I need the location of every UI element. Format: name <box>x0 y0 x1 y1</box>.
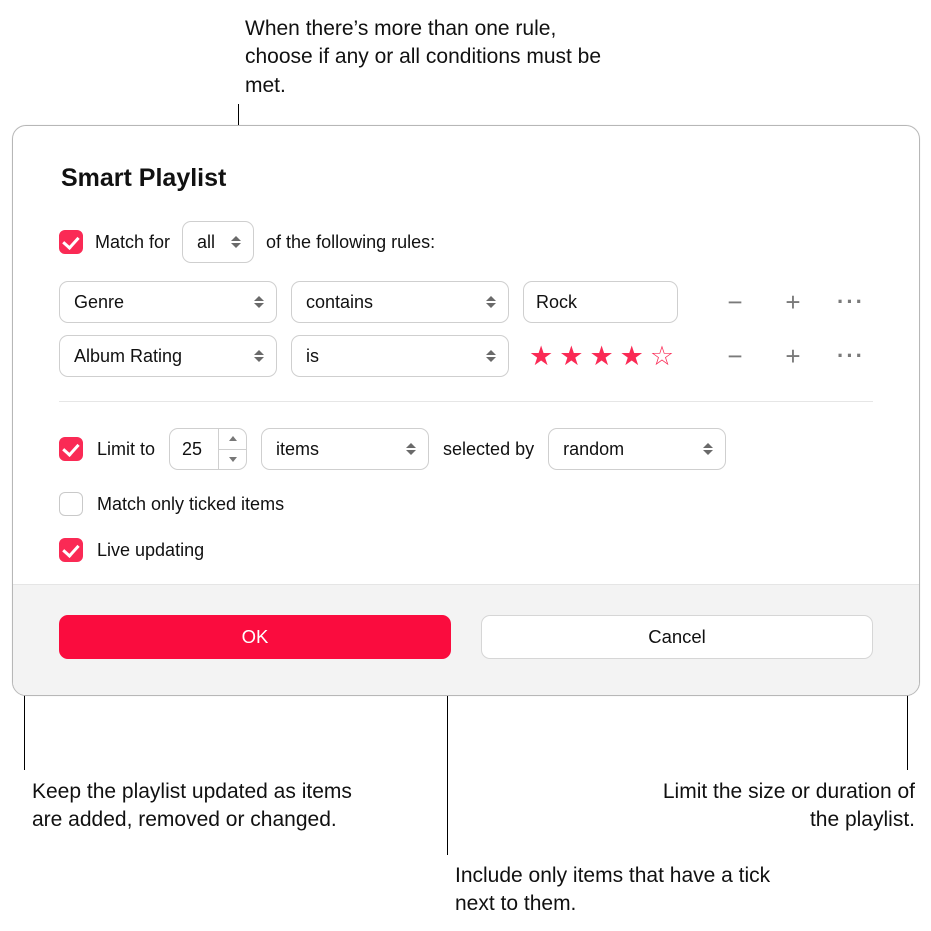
ok-button-label: OK <box>242 626 269 648</box>
match-checkbox[interactable] <box>59 230 83 254</box>
rule-value-input[interactable]: Rock <box>523 281 678 323</box>
rule-value-text: Rock <box>536 292 577 313</box>
limit-checkbox[interactable] <box>59 437 83 461</box>
callout-match-mode: When there’s more than one rule, choose … <box>245 15 615 100</box>
chevron-updown-icon <box>250 347 268 365</box>
selected-by-value: random <box>563 439 624 460</box>
match-ticked-checkbox[interactable] <box>59 492 83 516</box>
match-suffix-label: of the following rules: <box>266 232 435 253</box>
rating-stars[interactable]: ★ ★ ★ ★ ☆ <box>523 343 699 370</box>
star-icon: ★ <box>620 343 644 370</box>
remove-rule-button[interactable]: − <box>720 287 750 317</box>
rule-operator-select[interactable]: contains <box>291 281 509 323</box>
rule-field-value: Album Rating <box>74 346 182 367</box>
add-rule-button[interactable]: + <box>778 287 808 317</box>
callout-line <box>24 690 25 770</box>
ellipsis-icon: ··· <box>837 343 865 369</box>
rule-operator-value: contains <box>306 292 373 313</box>
selected-by-select[interactable]: random <box>548 428 726 470</box>
limit-unit-select[interactable]: items <box>261 428 429 470</box>
dialog-footer: OK Cancel <box>13 584 919 695</box>
rule-operator-value: is <box>306 346 319 367</box>
rule-field-select[interactable]: Album Rating <box>59 335 277 377</box>
match-mode-select[interactable]: all <box>182 221 254 263</box>
limit-stepper[interactable] <box>218 429 246 469</box>
minus-icon: − <box>727 287 742 318</box>
limit-label: Limit to <box>97 439 155 460</box>
match-prefix-label: Match for <box>95 232 170 253</box>
ok-button[interactable]: OK <box>59 615 451 659</box>
limit-count-value: 25 <box>182 439 202 460</box>
chevron-updown-icon <box>699 440 717 458</box>
add-rule-button[interactable]: + <box>778 341 808 371</box>
minus-icon: − <box>727 341 742 372</box>
stepper-down-icon[interactable] <box>219 450 246 470</box>
limit-unit-value: items <box>276 439 319 460</box>
rule-field-select[interactable]: Genre <box>59 281 277 323</box>
cancel-button[interactable]: Cancel <box>481 615 873 659</box>
rule-more-button[interactable]: ··· <box>836 341 866 371</box>
chevron-updown-icon <box>482 347 500 365</box>
chevron-updown-icon <box>402 440 420 458</box>
star-outline-icon: ☆ <box>650 343 674 370</box>
star-icon: ★ <box>529 343 553 370</box>
rule-row: Album Rating is ★ ★ ★ ★ ☆ − + ··· <box>59 335 873 377</box>
dialog-title: Smart Playlist <box>61 164 873 193</box>
ellipsis-icon: ··· <box>837 289 865 315</box>
star-icon: ★ <box>589 343 613 370</box>
rule-field-value: Genre <box>74 292 124 313</box>
chevron-updown-icon <box>250 293 268 311</box>
rule-row: Genre contains Rock − + ··· <box>59 281 873 323</box>
live-updating-label: Live updating <box>97 540 204 561</box>
rule-operator-select[interactable]: is <box>291 335 509 377</box>
chevron-updown-icon <box>482 293 500 311</box>
selected-by-label: selected by <box>443 439 534 460</box>
divider <box>59 401 873 402</box>
smart-playlist-dialog: Smart Playlist Match for all of the foll… <box>12 125 920 696</box>
stepper-up-icon[interactable] <box>219 429 246 450</box>
rule-more-button[interactable]: ··· <box>836 287 866 317</box>
match-ticked-label: Match only ticked items <box>97 494 284 515</box>
callout-live-updating: Keep the playlist updated as items are a… <box>32 778 362 835</box>
chevron-updown-icon <box>227 233 245 251</box>
plus-icon: + <box>785 287 800 318</box>
match-mode-value: all <box>197 232 215 253</box>
live-updating-checkbox[interactable] <box>59 538 83 562</box>
plus-icon: + <box>785 341 800 372</box>
star-icon: ★ <box>559 343 583 370</box>
callout-limit: Limit the size or duration of the playli… <box>635 778 915 835</box>
remove-rule-button[interactable]: − <box>720 341 750 371</box>
cancel-button-label: Cancel <box>648 626 706 648</box>
callout-match-ticked: Include only items that have a tick next… <box>455 862 815 919</box>
limit-count-input[interactable]: 25 <box>169 428 247 470</box>
